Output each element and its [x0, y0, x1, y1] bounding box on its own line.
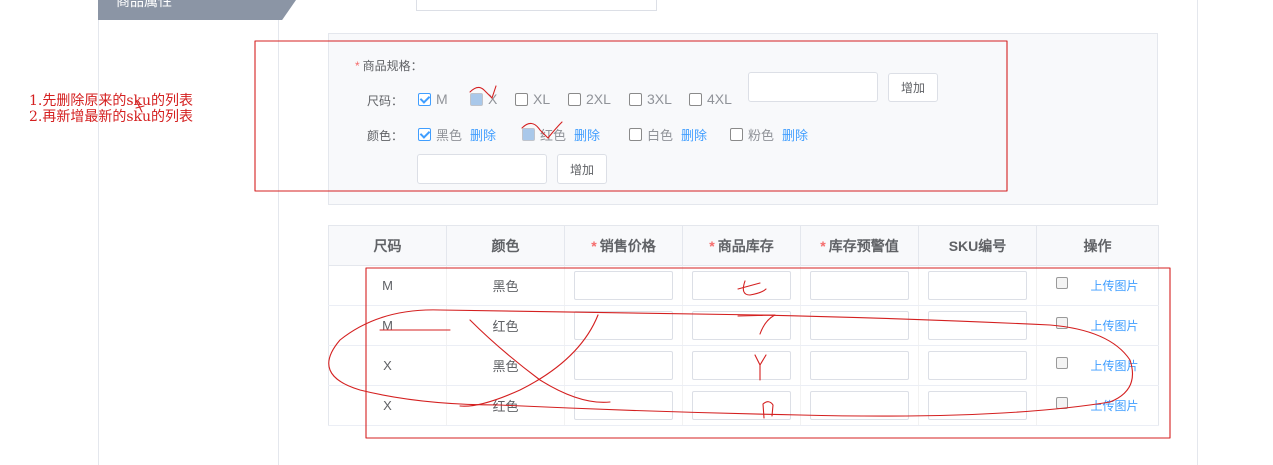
- cell-color: 黑色: [446, 345, 565, 386]
- color-add-button[interactable]: 增加: [557, 154, 607, 184]
- delete-link[interactable]: 删除: [574, 125, 600, 144]
- price-input[interactable]: [574, 271, 673, 300]
- size-option-2xl[interactable]: 2XL: [568, 91, 611, 107]
- column-header-size: 尺码: [328, 225, 447, 266]
- stock-input[interactable]: [692, 391, 791, 420]
- cell-size: M: [328, 265, 447, 306]
- checkbox-checked-icon[interactable]: [418, 128, 431, 141]
- row-checkbox[interactable]: [1056, 396, 1069, 409]
- annotation-note-2: 2.再新增最新的sku的列表: [29, 109, 194, 125]
- cell-size: X: [328, 345, 447, 386]
- delete-link[interactable]: 删除: [782, 125, 808, 144]
- row-checkbox[interactable]: [1056, 276, 1069, 289]
- checkbox-checked-icon[interactable]: [418, 92, 431, 106]
- color-add-input[interactable]: [417, 154, 547, 184]
- color-option-pink[interactable]: 粉色 删除: [730, 125, 808, 144]
- checkbox-checked-icon[interactable]: [522, 128, 535, 141]
- color-option-red[interactable]: 红色 删除: [522, 125, 600, 144]
- required-mark: *: [591, 237, 597, 254]
- table-row: X 红色 上传图片: [328, 385, 1159, 426]
- row-checkbox[interactable]: [1056, 316, 1069, 329]
- column-header-color: 颜色: [446, 225, 565, 266]
- cell-color: 黑色: [446, 265, 565, 306]
- stock-input[interactable]: [692, 311, 791, 340]
- checkbox-icon[interactable]: [730, 128, 743, 141]
- checkbox-icon[interactable]: [629, 128, 642, 141]
- upload-image-link[interactable]: 上传图片: [1090, 357, 1138, 374]
- sku-code-input[interactable]: [928, 311, 1027, 340]
- annotation-note-1: 1.先删除原来的sku的列表: [29, 93, 194, 109]
- column-header-stock: * 商品库存: [682, 225, 801, 266]
- size-option-3xl[interactable]: 3XL: [629, 91, 672, 107]
- required-mark: *: [820, 237, 826, 254]
- upload-image-link[interactable]: 上传图片: [1090, 397, 1138, 414]
- checkbox-icon[interactable]: [515, 92, 528, 106]
- divider: [278, 20, 279, 465]
- size-label: 尺码：: [367, 94, 404, 108]
- previous-field-input[interactable]: [416, 0, 657, 11]
- spec-title: * 商品规格：: [355, 59, 423, 73]
- table-row: M 红色 上传图片: [328, 305, 1159, 346]
- size-add-button[interactable]: 增加: [888, 73, 938, 102]
- stock-warning-input[interactable]: [810, 391, 909, 420]
- upload-image-link[interactable]: 上传图片: [1090, 277, 1138, 294]
- cell-size: M: [328, 305, 447, 346]
- size-option-4xl[interactable]: 4XL: [689, 91, 732, 107]
- color-option-black[interactable]: 黑色 删除: [418, 125, 496, 144]
- cell-color: 红色: [446, 385, 565, 426]
- price-input[interactable]: [574, 311, 673, 340]
- price-input[interactable]: [574, 391, 673, 420]
- section-tab-product-attributes: 商品属性: [98, 0, 296, 20]
- checkbox-icon[interactable]: [629, 92, 642, 106]
- cell-color: 红色: [446, 305, 565, 346]
- color-label: 颜色：: [367, 129, 404, 143]
- required-mark: *: [355, 59, 360, 73]
- size-option-x[interactable]: X: [470, 91, 497, 107]
- checkbox-icon[interactable]: [689, 92, 702, 106]
- color-option-white[interactable]: 白色 删除: [629, 125, 707, 144]
- checkbox-checked-icon[interactable]: [470, 92, 483, 106]
- table-header-row: 尺码 颜色 * 销售价格 * 商品库存 * 库存预警值 SKU编号 操作: [328, 225, 1159, 266]
- column-header-actions: 操作: [1036, 225, 1159, 266]
- size-add-input[interactable]: [748, 72, 878, 102]
- stock-warning-input[interactable]: [810, 311, 909, 340]
- required-mark: *: [709, 237, 715, 254]
- sku-code-input[interactable]: [928, 271, 1027, 300]
- checkbox-icon[interactable]: [568, 92, 581, 106]
- size-option-xl[interactable]: XL: [515, 91, 550, 107]
- sku-code-input[interactable]: [928, 351, 1027, 380]
- column-header-stock-warning: * 库存预警值: [800, 225, 919, 266]
- sku-code-input[interactable]: [928, 391, 1027, 420]
- column-header-sku-code: SKU编号: [918, 225, 1037, 266]
- row-checkbox[interactable]: [1056, 356, 1069, 369]
- column-header-price: * 销售价格: [564, 225, 683, 266]
- table-row: M 黑色 上传图片: [328, 265, 1159, 306]
- delete-link[interactable]: 删除: [470, 125, 496, 144]
- upload-image-link[interactable]: 上传图片: [1090, 317, 1138, 334]
- cell-size: X: [328, 385, 447, 426]
- section-title: 商品属性: [116, 0, 172, 9]
- table-row: X 黑色 上传图片: [328, 345, 1159, 386]
- size-option-m[interactable]: M: [418, 91, 448, 107]
- sku-table: 尺码 颜色 * 销售价格 * 商品库存 * 库存预警值 SKU编号 操作 M 黑色 上…: [328, 225, 1159, 426]
- price-input[interactable]: [574, 351, 673, 380]
- stock-input[interactable]: [692, 351, 791, 380]
- stock-warning-input[interactable]: [810, 351, 909, 380]
- stock-warning-input[interactable]: [810, 271, 909, 300]
- delete-link[interactable]: 删除: [681, 125, 707, 144]
- stock-input[interactable]: [692, 271, 791, 300]
